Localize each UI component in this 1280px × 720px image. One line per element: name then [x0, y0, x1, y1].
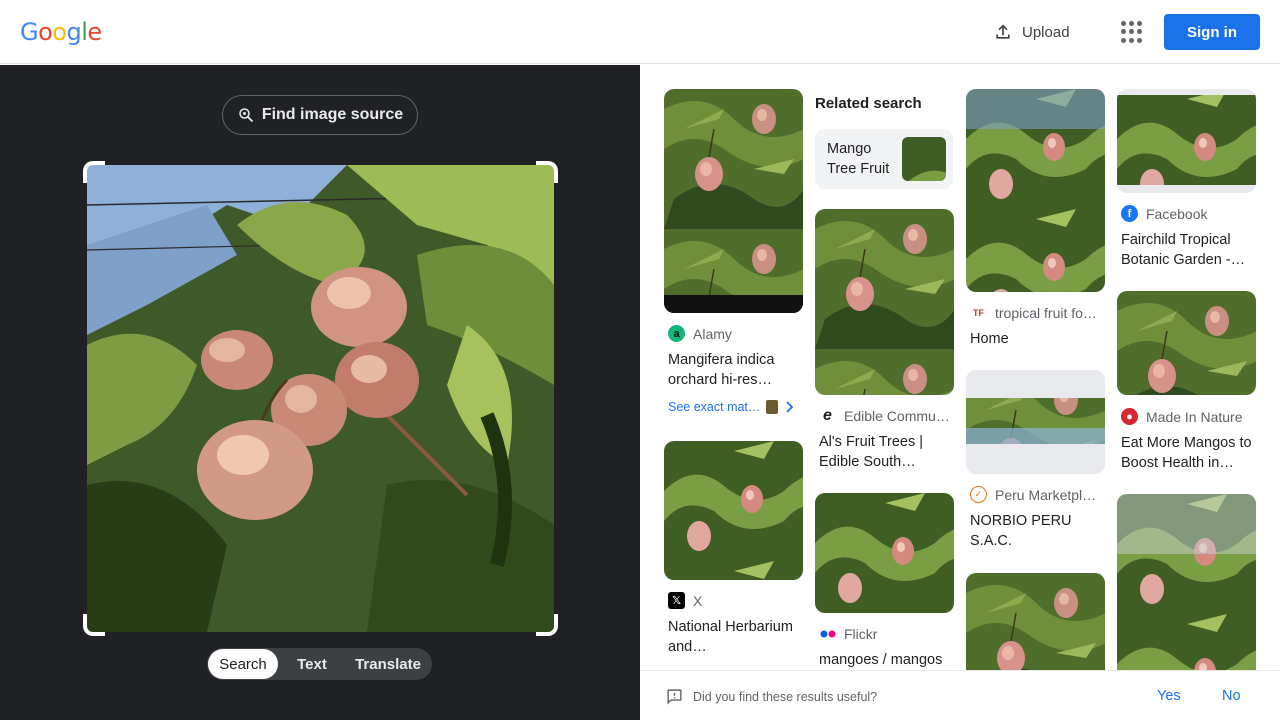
related-search-label: Mango Tree Fruit — [827, 141, 890, 177]
result-image-x[interactable] — [664, 441, 803, 580]
related-search-thumbnail — [902, 137, 946, 181]
alamy-icon: a — [668, 325, 685, 342]
upload-icon — [996, 24, 1010, 39]
result-title-alamy[interactable]: Mangifera indica orchard hi-res… — [668, 350, 803, 390]
feedback-question: Did you find these results useful? — [666, 688, 877, 705]
top-bar: Google Upload Sign in — [0, 0, 1280, 64]
result-source-edible[interactable]: e Edible Commu… — [819, 407, 959, 424]
result-title-x[interactable]: National Herbarium and… — [668, 617, 803, 657]
result-source-x[interactable]: 𝕏 X — [668, 592, 808, 609]
x-icon: 𝕏 — [668, 592, 685, 609]
find-image-source-label: Find image source — [261, 106, 404, 123]
tf-icon: TF — [970, 304, 987, 321]
logo-letter: o — [38, 18, 53, 46]
crop-handle-bottom-left[interactable] — [83, 614, 105, 636]
result-image-flickr[interactable] — [815, 493, 954, 613]
crop-area[interactable] — [83, 161, 558, 636]
uploaded-mango-photo — [87, 165, 554, 632]
logo-letter: e — [87, 18, 102, 46]
apps-grid-icon[interactable] — [1121, 21, 1143, 43]
related-search-chip[interactable]: Mango Tree Fruit — [815, 129, 953, 189]
mode-tabs: Search Text Translate — [207, 648, 432, 680]
flickr-icon — [819, 625, 836, 642]
crop-handle-top-right[interactable] — [536, 161, 558, 183]
edible-icon: e — [819, 407, 836, 424]
tab-translate[interactable]: Translate — [346, 649, 430, 679]
result-title-edible[interactable]: Al's Fruit Trees | Edible South… — [819, 432, 954, 472]
exact-match-thumbnail — [766, 400, 779, 414]
result-source-flickr[interactable]: Flickr — [819, 625, 959, 642]
result-image-tropical[interactable] — [966, 89, 1105, 292]
result-source-peru[interactable]: ✓ Peru Marketpl… — [970, 486, 1110, 503]
result-source-made-in-nature[interactable]: ● Made In Nature — [1121, 408, 1261, 425]
feedback-bar: Did you find these results useful? Yes N… — [640, 670, 1280, 720]
upload-button[interactable]: Upload — [993, 20, 1070, 44]
logo-letter: o — [52, 18, 67, 46]
feedback-icon — [667, 689, 682, 705]
related-search-heading: Related search — [815, 95, 922, 112]
result-image-facebook[interactable] — [1117, 89, 1256, 193]
upload-label: Upload — [1022, 23, 1070, 41]
result-title-tropical[interactable]: Home — [970, 329, 1105, 349]
result-image-edible[interactable] — [815, 209, 954, 395]
feedback-yes-button[interactable]: Yes — [1157, 688, 1181, 704]
logo-letter: G — [20, 18, 39, 46]
facebook-icon: f — [1121, 205, 1138, 222]
image-preview-panel: Find image source Search Text Translate — [0, 65, 640, 720]
made-in-nature-icon: ● — [1121, 408, 1138, 425]
sign-in-button[interactable]: Sign in — [1164, 14, 1260, 50]
peru-icon: ✓ — [970, 486, 987, 503]
result-image-col4-bottom[interactable] — [1117, 494, 1256, 670]
results-panel: a Alamy Mangifera indica orchard hi-res…… — [640, 65, 1280, 670]
tab-text[interactable]: Text — [278, 649, 346, 679]
result-source-facebook[interactable]: f Facebook — [1121, 205, 1261, 222]
feedback-no-button[interactable]: No — [1222, 688, 1241, 704]
result-image-made-in-nature[interactable] — [1117, 291, 1256, 395]
crop-handle-top-left[interactable] — [83, 161, 105, 183]
result-title-facebook[interactable]: Fairchild Tropical Botanic Garden -… — [1121, 230, 1256, 270]
result-image-peru[interactable] — [966, 370, 1105, 474]
tab-search[interactable]: Search — [208, 649, 278, 679]
result-image-col3-bottom[interactable] — [966, 573, 1105, 670]
result-title-flickr[interactable]: mangoes / mangos — [819, 650, 954, 670]
find-image-source-button[interactable]: Find image source — [222, 95, 418, 135]
result-source-alamy[interactable]: a Alamy — [668, 325, 808, 342]
result-image-alamy[interactable] — [664, 89, 803, 313]
google-logo[interactable]: Google — [20, 18, 102, 46]
logo-letter: g — [66, 18, 82, 46]
result-source-tropical[interactable]: TF tropical fruit fo… — [970, 304, 1110, 321]
lens-search-icon — [239, 108, 253, 122]
see-exact-matches-link[interactable]: See exact mat… — [668, 400, 794, 414]
result-title-peru[interactable]: NORBIO PERU S.A.C. — [970, 511, 1105, 551]
result-title-made-in-nature[interactable]: Eat More Mangos to Boost Health in… — [1121, 433, 1256, 473]
chevron-right-icon — [786, 401, 794, 413]
crop-handle-bottom-right[interactable] — [536, 614, 558, 636]
